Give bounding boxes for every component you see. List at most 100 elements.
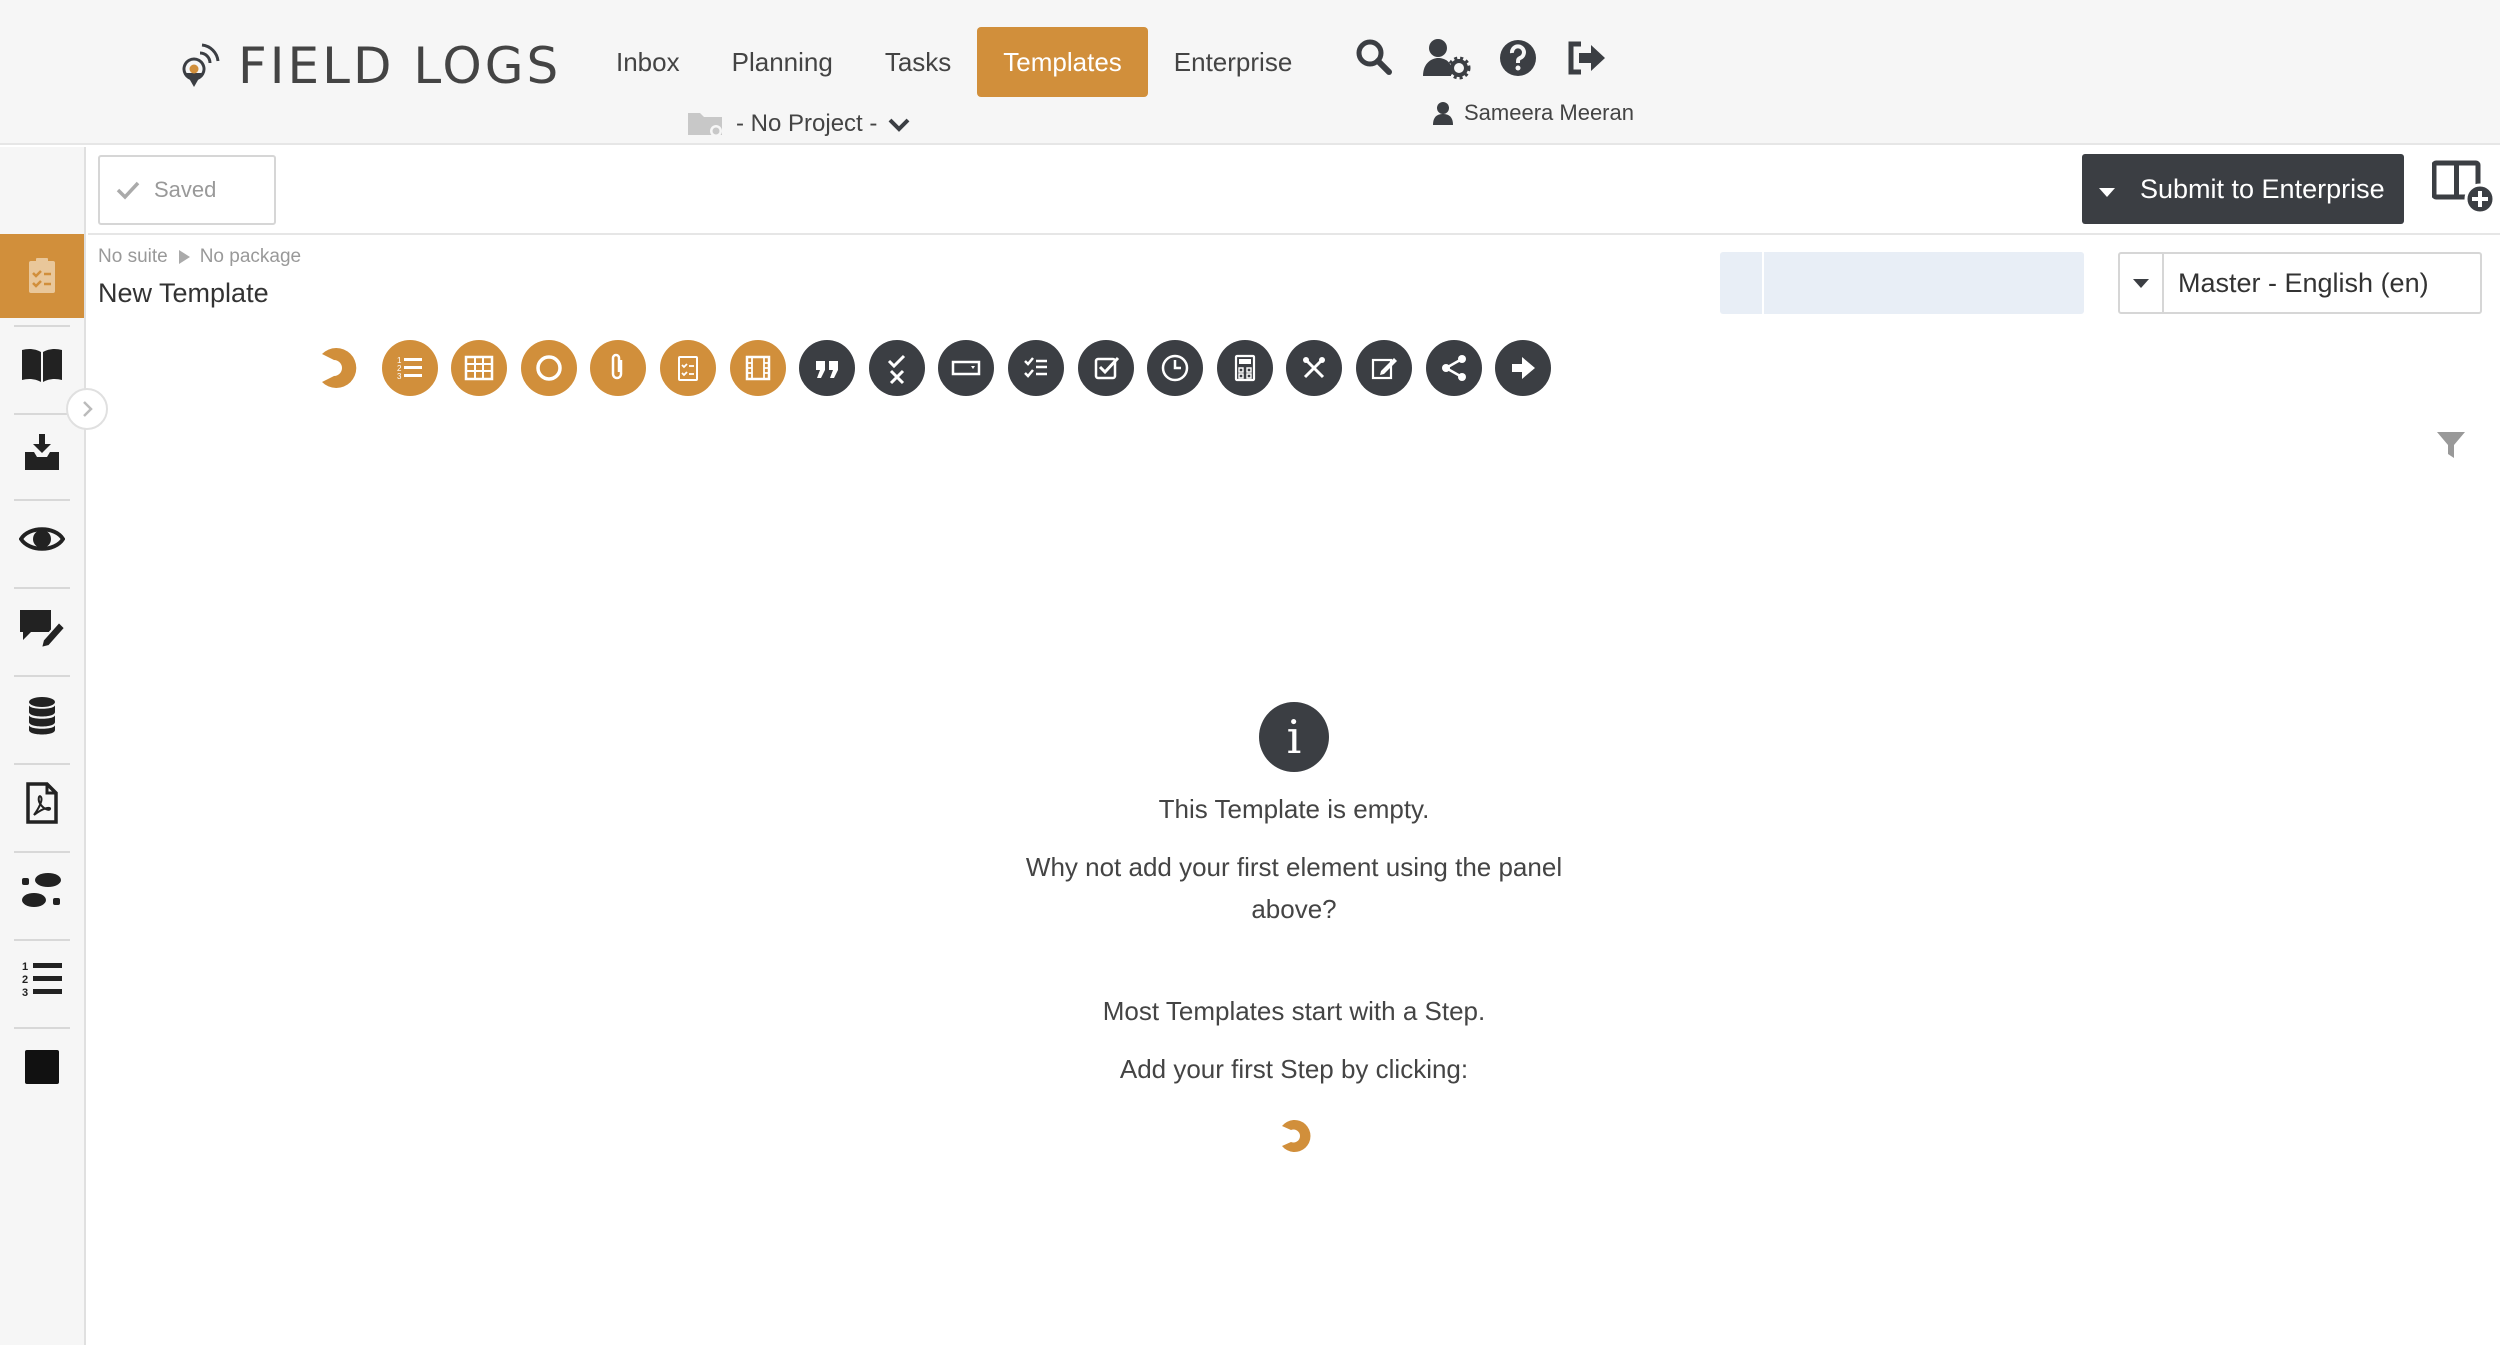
clock-icon [1161, 354, 1189, 382]
check-icon [116, 181, 140, 200]
edit-icon [1371, 358, 1397, 380]
saved-label: Saved [154, 177, 217, 202]
sidebar-item-reports[interactable] [0, 761, 84, 845]
folder-settings-icon [688, 113, 722, 137]
user-name: Sameera Meeran [1464, 100, 1634, 125]
palette-calculation-button[interactable] [1216, 340, 1273, 396]
empty-state-step-prompt: Add your first Step by clicking: [1119, 1054, 1469, 1084]
input-field-icon [952, 360, 981, 376]
language-value: Master - English (en) [2178, 267, 2429, 298]
sidebar-item-review[interactable] [0, 497, 84, 581]
project-label: - No Project - [736, 110, 878, 137]
palette-attachment-button[interactable] [590, 340, 647, 396]
svg-text:1: 1 [22, 961, 28, 973]
palette-media-button[interactable] [729, 340, 786, 396]
checkbox-icon [1094, 356, 1119, 380]
breadcrumb: No suite No package [98, 246, 301, 268]
sidebar-item-data[interactable] [0, 673, 84, 757]
palette-multi-check-button[interactable] [1007, 340, 1064, 396]
book-icon [22, 348, 62, 382]
logo-pin-icon [182, 43, 220, 87]
sidebar-item-comments[interactable] [0, 585, 84, 669]
arrow-right-icon [1512, 357, 1536, 379]
palette-time-button[interactable] [1147, 340, 1204, 396]
project-selector[interactable]: - No Project - [686, 104, 911, 144]
language-select[interactable]: Master - English (en) [2118, 252, 2482, 314]
svg-text:2: 2 [22, 974, 28, 986]
current-user[interactable]: Sameera Meeran [1432, 100, 1634, 126]
help-icon[interactable] [1496, 36, 1540, 80]
sidebar-item-templates[interactable] [0, 234, 84, 318]
empty-state-hint: Why not add your first element using the… [1025, 852, 1563, 924]
list-icon: 1 2 3 [397, 356, 422, 381]
editor-toolbar: Saved Submit to Enterprise [88, 147, 2500, 235]
step-icon [322, 348, 357, 388]
caret-down-icon [2133, 279, 2149, 288]
sidebar-item-blocks[interactable] [0, 1025, 84, 1109]
user-settings-icon[interactable] [1421, 36, 1471, 80]
sidebar-item-steps[interactable] [0, 849, 84, 933]
palette-signature-button[interactable] [1355, 340, 1412, 396]
palette-tools-button[interactable] [1286, 340, 1343, 396]
logout-icon[interactable] [1565, 36, 1609, 80]
palette-quote-button[interactable] [799, 340, 856, 396]
palette-input-button[interactable] [938, 340, 995, 396]
filter-icon[interactable] [2434, 428, 2468, 462]
quote-icon [816, 361, 839, 378]
element-filter-select[interactable] [1720, 252, 2084, 314]
nav-templates[interactable]: Templates [977, 27, 1148, 97]
language-select-caret[interactable] [2120, 254, 2164, 312]
filter-select-caret[interactable] [1720, 252, 1764, 314]
empty-state-panel: i This Template is empty. Why not add yo… [990, 652, 1598, 1192]
table-icon [464, 355, 494, 381]
submit-to-enterprise-button[interactable]: Submit to Enterprise [2082, 154, 2404, 224]
check-cross-icon [887, 354, 905, 385]
palette-checklist-button[interactable] [659, 340, 716, 396]
square-icon [25, 1050, 59, 1084]
app-logo[interactable]: FIELD LOGS [180, 36, 561, 96]
palette-pass-fail-button[interactable] [868, 340, 925, 396]
attachment-icon [612, 353, 623, 380]
nav-icon-group [1352, 36, 1634, 80]
sidebar-item-lists[interactable]: 1 2 3 [0, 937, 84, 1021]
svg-text:3: 3 [397, 372, 402, 381]
submit-label: Submit to Enterprise [2140, 173, 2385, 204]
palette-option-button[interactable] [520, 340, 577, 396]
template-title[interactable]: New Template [98, 278, 269, 309]
search-icon[interactable] [1352, 36, 1396, 80]
breadcrumb-suite[interactable]: No suite [98, 246, 168, 268]
nav-tasks[interactable]: Tasks [859, 27, 977, 97]
nav-inbox[interactable]: Inbox [590, 27, 706, 97]
pdf-file-icon [26, 782, 58, 824]
info-icon: i [1259, 702, 1329, 772]
palette-step-button[interactable] [312, 340, 368, 396]
user-icon [1433, 102, 1453, 125]
caret-down-icon[interactable] [2094, 176, 2120, 202]
numbered-list-icon: 1 2 3 [22, 961, 62, 999]
left-sidebar: 1 2 3 [0, 147, 86, 1345]
nav-enterprise[interactable]: Enterprise [1148, 27, 1319, 97]
palette-link-button[interactable] [1425, 340, 1482, 396]
sidebar-expand-toggle[interactable] [66, 388, 108, 430]
breadcrumb-package[interactable]: No package [200, 246, 301, 268]
element-palette: 1 2 3 [312, 340, 1565, 396]
logo-text: FIELD LOGS [238, 37, 562, 95]
eye-icon [19, 527, 65, 551]
clipboard-checklist-icon [29, 258, 55, 293]
empty-state-step-note: Most Templates start with a Step. [1102, 996, 1486, 1026]
nav-planning[interactable]: Planning [706, 27, 859, 97]
palette-goto-button[interactable] [1495, 340, 1552, 396]
chevron-right-icon [83, 401, 93, 417]
add-step-icon[interactable] [1274, 1116, 1314, 1156]
checklist-icon [677, 356, 698, 381]
film-icon [745, 355, 770, 381]
saved-status: Saved [98, 155, 276, 225]
calculator-icon [1234, 354, 1255, 382]
add-layout-icon[interactable] [2432, 159, 2498, 217]
triangle-right-icon [178, 250, 190, 264]
palette-list-button[interactable]: 1 2 3 [381, 340, 438, 396]
palette-table-button[interactable] [451, 340, 508, 396]
main-nav: Inbox Planning Tasks Templates Enterpris… [590, 27, 1318, 97]
palette-checkbox-button[interactable] [1077, 340, 1134, 396]
circle-icon [536, 355, 562, 381]
